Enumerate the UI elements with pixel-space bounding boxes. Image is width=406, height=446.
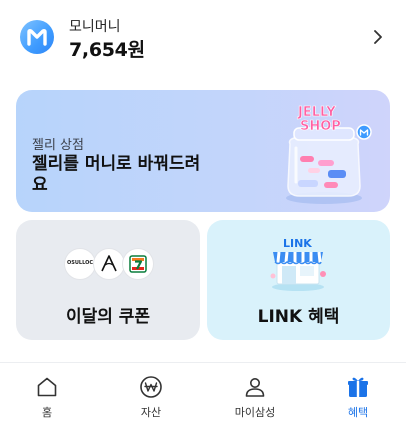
jelly-illustration-text-2: SHOP [300, 119, 341, 134]
osulloc-logo: OSULLOC [64, 248, 96, 280]
jelly-illustration-text-1: JELLY [297, 105, 336, 120]
money-label: 모니머니 [69, 19, 121, 35]
link-benefit-title: LINK 혜택 [257, 307, 340, 327]
gift-icon [348, 377, 368, 397]
link-illustration-text: LINK [283, 237, 312, 250]
money-logo-icon [20, 20, 54, 54]
osulloc-logo-text: OSULLOC [66, 260, 94, 266]
tab-benefit-label: 혜택 [347, 406, 369, 419]
tab-home[interactable]: 홈 [7, 363, 87, 446]
tab-benefit[interactable]: 혜택 [318, 363, 398, 446]
jelly-shop-subtitle: 젤리 상점 [32, 138, 84, 153]
monthly-coupon-card[interactable]: OSULLOC 이달의 쿠폰 [16, 220, 200, 340]
person-icon [245, 378, 265, 397]
coupon-brand-logos: OSULLOC [64, 248, 160, 280]
ap-logo [93, 248, 125, 280]
jelly-shop-title: 젤리를 머니로 바꿔드려요 [32, 154, 201, 195]
jelly-shop-card[interactable]: 젤리 상점 젤리를 머니로 바꿔드려요 JELLY SHOP [16, 90, 390, 212]
home-icon [37, 377, 57, 397]
money-amount: 7,654원 [69, 39, 145, 61]
link-benefit-card[interactable]: LINK LINK 혜택 [207, 220, 390, 340]
money-header[interactable]: 모니머니 7,654원 [0, 0, 406, 80]
chevron-right-icon[interactable] [372, 29, 384, 45]
tab-my-samsung-label: 마이삼성 [234, 406, 276, 419]
monthly-coupon-title: 이달의 쿠폰 [65, 307, 151, 327]
won-icon [140, 376, 162, 398]
bottom-tab-bar: 홈 자산 마이삼성 혜택 [0, 362, 406, 446]
tab-asset-label: 자산 [140, 406, 162, 419]
store-icon: LINK [270, 237, 326, 291]
jelly-jar-icon: JELLY SHOP [286, 105, 372, 204]
tab-home-label: 홈 [41, 406, 53, 419]
seven-eleven-logo [122, 248, 154, 280]
tab-my-samsung[interactable]: 마이삼성 [215, 363, 295, 446]
tab-asset[interactable]: 자산 [111, 363, 191, 446]
